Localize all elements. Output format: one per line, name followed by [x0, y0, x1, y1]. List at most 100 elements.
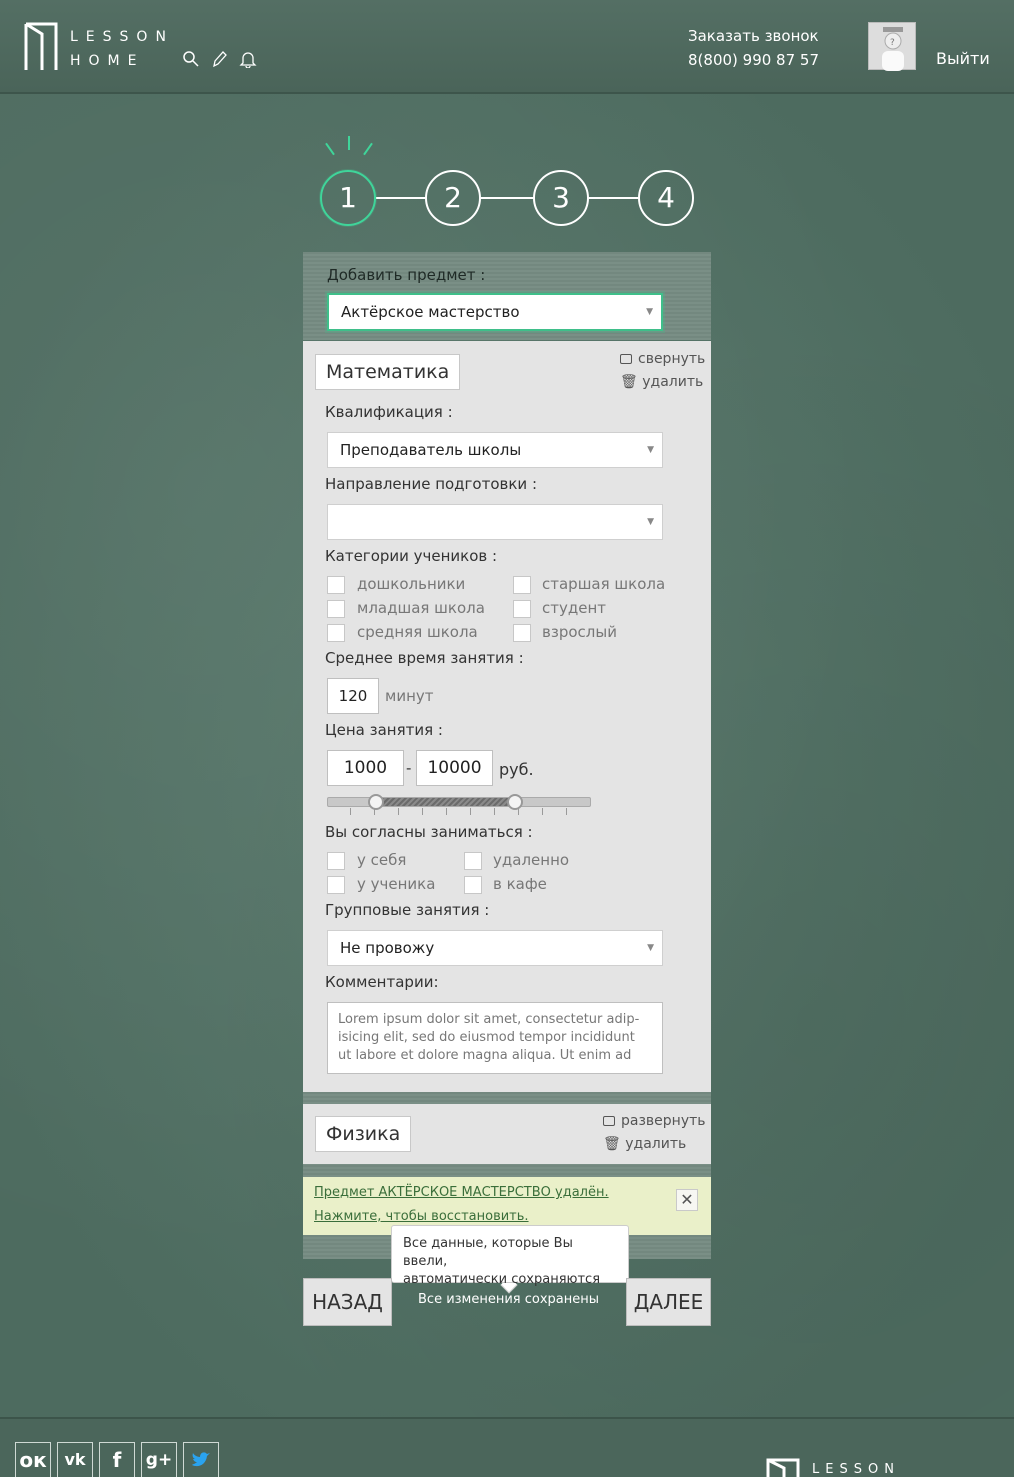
step-ray: [348, 136, 350, 150]
logout-link[interactable]: Выйти: [936, 49, 990, 68]
chevron-down-icon: ▼: [647, 445, 654, 455]
subject-name-tag: Математика: [315, 354, 461, 390]
checkbox-label: у себя: [357, 851, 407, 869]
duration-label: Среднее время занятия :: [325, 649, 524, 667]
footer-logo-icon[interactable]: [766, 1458, 800, 1477]
tooltip-line1: Все данные, которые Вы ввели,: [403, 1236, 573, 1269]
logo-text[interactable]: LESSON HOME: [70, 25, 174, 73]
group-select[interactable]: Не провожу ▼: [327, 930, 663, 966]
search-icon[interactable]: [182, 50, 200, 68]
delete-label: удалить: [625, 1136, 687, 1152]
step-3[interactable]: 3: [533, 170, 589, 226]
checkbox-label: в кафе: [493, 875, 547, 893]
price-slider-range: [376, 798, 514, 806]
chevron-down-icon: ▼: [647, 943, 654, 953]
collapse-icon: [620, 354, 632, 364]
step-4[interactable]: 4: [638, 170, 694, 226]
checkbox-primary-school[interactable]: [327, 600, 345, 618]
twitter-icon[interactable]: [183, 1442, 219, 1477]
direction-select[interactable]: ▼: [327, 504, 663, 540]
price-slider-min-handle[interactable]: [368, 794, 384, 810]
delete-label: удалить: [642, 374, 704, 390]
step-connector: [376, 197, 426, 199]
price-slider-max-handle[interactable]: [507, 794, 523, 810]
expand-button[interactable]: развернуть: [603, 1113, 706, 1129]
checkbox-cafe[interactable]: [464, 876, 482, 894]
restore-link[interactable]: Нажмите, чтобы восстановить.: [314, 1209, 529, 1224]
chevron-down-icon: ▼: [646, 307, 653, 317]
notice-line1[interactable]: Предмет АКТЁРСКОЕ МАСТЕРСТВО удалён.: [314, 1185, 609, 1200]
checkbox-label: средняя школа: [357, 623, 478, 641]
slider-tick: [470, 808, 471, 815]
delete-button[interactable]: 🗑 удалить: [620, 374, 703, 390]
close-icon[interactable]: ✕: [676, 1189, 698, 1211]
checkbox-middle-school[interactable]: [327, 624, 345, 642]
slider-tick: [398, 808, 399, 815]
pencil-icon[interactable]: [210, 50, 228, 68]
checkbox-preschool[interactable]: [327, 576, 345, 594]
back-button[interactable]: НАЗАД: [303, 1278, 392, 1326]
odnoklassniki-icon[interactable]: ок: [15, 1442, 51, 1477]
checkbox-at-home[interactable]: [327, 852, 345, 870]
callback-block[interactable]: Заказать звонок 8(800) 990 87 57: [688, 24, 819, 72]
add-subject-select[interactable]: Актёрское мастерство ▼: [327, 293, 663, 331]
panel-divider: [303, 1092, 711, 1104]
add-subject-label: Добавить предмет :: [327, 266, 486, 284]
slider-tick: [494, 808, 495, 815]
price-label: Цена занятия :: [325, 721, 443, 739]
checkbox-label: старшая школа: [542, 575, 666, 593]
add-subject-value: Актёрское мастерство: [341, 303, 520, 321]
slider-tick: [542, 808, 543, 815]
checkbox-label: взрослый: [542, 623, 617, 641]
vk-icon[interactable]: vk: [57, 1442, 93, 1477]
qualification-label: Квалификация :: [325, 403, 453, 421]
comments-textarea[interactable]: Lorem ipsum dolor sit amet, consectetur …: [327, 1002, 663, 1074]
step-connector: [481, 197, 533, 199]
facebook-icon[interactable]: f: [99, 1442, 135, 1477]
price-unit: руб.: [499, 760, 534, 779]
googleplus-icon[interactable]: g+: [141, 1442, 177, 1477]
logo-line2: HOME: [70, 53, 145, 69]
checkbox-adult[interactable]: [513, 624, 531, 642]
expand-label: развернуть: [621, 1113, 706, 1129]
checkbox-label: студент: [542, 599, 607, 617]
price-min-input[interactable]: 1000: [327, 750, 404, 786]
panel-divider: [303, 1164, 711, 1177]
expand-icon: [603, 1116, 615, 1126]
checkbox-label: дошкольники: [357, 575, 466, 593]
checkbox-remote[interactable]: [464, 852, 482, 870]
phone-number: 8(800) 990 87 57: [688, 51, 819, 69]
price-max-input[interactable]: 10000: [416, 750, 493, 786]
trash-icon: 🗑: [603, 1136, 621, 1152]
qualification-select[interactable]: Преподаватель школы ▼: [327, 432, 663, 468]
delete-button[interactable]: 🗑 удалить: [603, 1136, 686, 1152]
avatar[interactable]: ?: [868, 22, 916, 71]
duration-input[interactable]: 120: [327, 678, 379, 714]
collapse-label: свернуть: [638, 351, 706, 367]
trash-icon: 🗑: [620, 374, 638, 390]
group-label: Групповые занятия :: [325, 901, 490, 919]
svg-text:?: ?: [890, 38, 895, 48]
autosave-tooltip: Все данные, которые Вы ввели, автоматиче…: [391, 1225, 629, 1287]
checkbox-student[interactable]: [513, 600, 531, 618]
next-button[interactable]: ДАЛЕЕ: [626, 1278, 711, 1326]
logo-icon[interactable]: [24, 22, 58, 72]
step-1[interactable]: 1: [320, 170, 376, 226]
user-placeholder-icon: ?: [882, 27, 904, 71]
direction-label: Направление подготовки :: [325, 475, 537, 493]
checkbox-high-school[interactable]: [513, 576, 531, 594]
slider-tick: [422, 808, 423, 815]
saved-status: Все изменения сохранены: [418, 1292, 600, 1307]
subject-name-tag: Физика: [315, 1116, 412, 1152]
collapse-button[interactable]: свернуть: [620, 351, 705, 367]
callback-link[interactable]: Заказать звонок: [688, 24, 819, 48]
group-value: Не провожу: [340, 939, 435, 957]
step-connector: [589, 197, 639, 199]
slider-tick: [446, 808, 447, 815]
logo-line1: LESSON: [70, 29, 174, 45]
step-2[interactable]: 2: [425, 170, 481, 226]
checkbox-at-student[interactable]: [327, 876, 345, 894]
footer-logo-text[interactable]: LESSON: [812, 1462, 900, 1477]
bell-icon[interactable]: [239, 50, 257, 68]
categories-label: Категории учеников :: [325, 547, 498, 565]
